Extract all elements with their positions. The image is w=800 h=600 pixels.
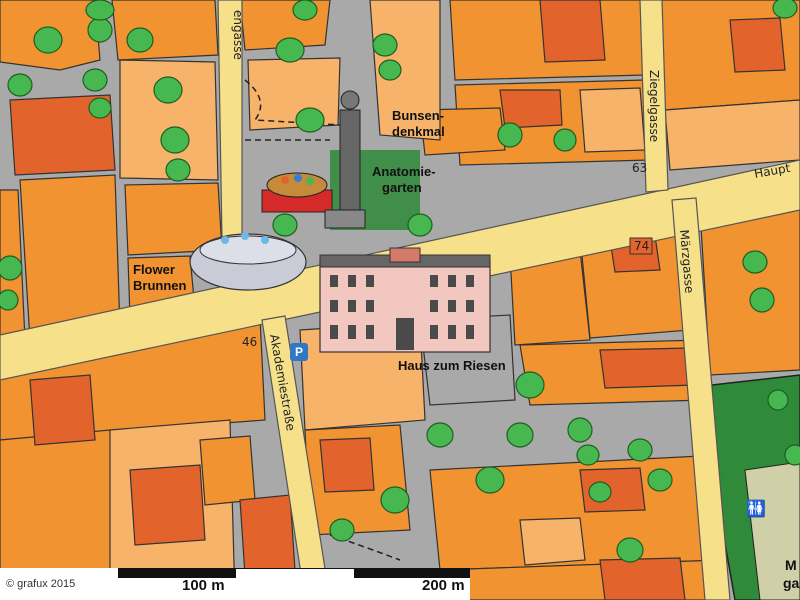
anatomie-label-line2: garten [382, 180, 422, 195]
palace-building-icon [319, 247, 491, 353]
scale-label-200: 200 m [422, 577, 465, 594]
flower-label-line2: Brunnen [133, 278, 187, 293]
parking-icon[interactable]: P [290, 343, 308, 361]
flower-basket-icon [261, 172, 333, 213]
city-map[interactable]: Bunsen- denkmal Anatomie- garten Flower … [0, 0, 800, 600]
bunsen-label-line2: denkmal [392, 124, 445, 139]
house-number-46: 46 [242, 335, 257, 349]
toilet-icon[interactable]: 🚻 [746, 500, 780, 520]
scale-label-100: 100 m [182, 577, 225, 594]
house-number-63: 63 [632, 161, 647, 175]
flower-label-line1: Flower [133, 262, 175, 277]
right-edge-label-line2: ga [783, 575, 800, 591]
copyright-text: © grafux 2015 [6, 578, 76, 590]
house-number-74: 74 [634, 239, 649, 253]
ziegelgasse-street-label: Ziegelgasse [647, 70, 661, 142]
bunsen-label-line1: Bunsen- [392, 108, 444, 123]
anatomie-label-line1: Anatomie- [372, 164, 436, 179]
gasse-top-street-label: engasse [231, 10, 245, 60]
scale-segment-0 [0, 568, 118, 578]
map-canvas: Bunsen- denkmal Anatomie- garten Flower … [0, 0, 800, 600]
scale-segment-2 [236, 568, 354, 579]
haus-zum-riesen-label: Haus zum Riesen [398, 358, 506, 373]
right-edge-label-line1: M [785, 557, 797, 573]
